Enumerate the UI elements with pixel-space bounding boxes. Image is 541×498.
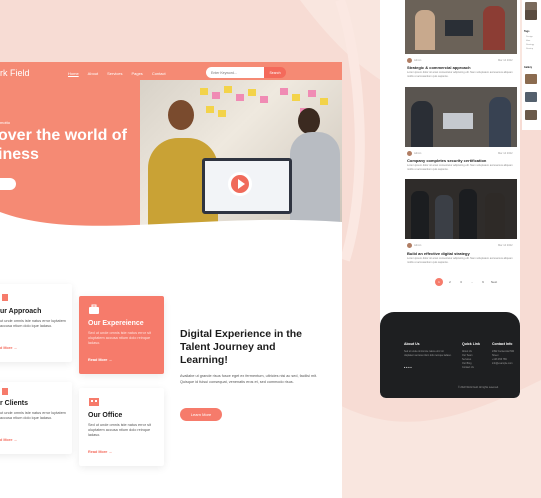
social-icons: ● ● ● ● — [404, 366, 412, 369]
page-1[interactable]: 1 — [435, 278, 443, 286]
tag[interactable]: Design — [526, 36, 533, 38]
post-title[interactable]: Strategic & commercial approach — [407, 65, 471, 70]
building-icon — [89, 398, 99, 406]
learn-more-button[interactable]: Learn More — [180, 408, 222, 421]
card-title: Our Expereience — [88, 320, 144, 327]
nav-services[interactable]: Services — [107, 71, 122, 76]
footer-link[interactable]: Our Team — [462, 354, 472, 358]
card-experience: Our Expereience Sed ut unde omnis iste n… — [79, 296, 164, 374]
read-more-link[interactable]: Read More → — [88, 450, 112, 454]
post-excerpt: Lorem ipsum dolor sit amet consectetur a… — [407, 164, 513, 171]
post-excerpt: Lorem ipsum dolor sit amet consectetur a… — [407, 257, 513, 264]
site-footer: About Us Sed ut unde omnis iste natus er… — [380, 312, 520, 398]
feature-text: Availabe ut grande risus fusce eget ex f… — [180, 374, 318, 384]
blog-image[interactable] — [405, 0, 517, 54]
page-3[interactable]: 3 — [457, 278, 465, 286]
read-more-link[interactable]: Read More → — [88, 358, 112, 362]
tag[interactable]: Strategy — [526, 44, 534, 46]
gallery-thumb[interactable] — [525, 74, 537, 84]
play-video-button[interactable] — [228, 172, 252, 196]
main-nav: Home About Services Pages Contact — [68, 71, 166, 76]
hero-title: over the world of iness — [0, 127, 127, 163]
page-2[interactable]: 2 — [446, 278, 454, 286]
card-approach: ur Approach ut unde omnis iste natus err… — [0, 284, 72, 362]
post-date: Mar 14 2022 — [498, 59, 513, 62]
site-logo[interactable]: rk Field — [0, 68, 30, 78]
nav-home[interactable]: Home — [68, 71, 79, 76]
approach-icon — [2, 294, 8, 301]
hero-kicker: motto — [0, 120, 11, 125]
post-author: Admin — [414, 152, 422, 155]
author-avatar — [407, 58, 412, 63]
recent-post-thumb[interactable] — [525, 10, 537, 20]
author-avatar — [407, 151, 412, 156]
tag[interactable]: Startup — [526, 48, 533, 50]
post-excerpt: Lorem ipsum dolor sit amet consectetur a… — [407, 71, 513, 78]
gallery-thumb[interactable] — [525, 92, 537, 102]
nav-pages[interactable]: Pages — [131, 71, 142, 76]
footer-link[interactable]: About Us — [462, 350, 472, 354]
footer-about-text: Sed ut unde omnis iste natus error sit o… — [404, 350, 452, 357]
briefcase-icon — [89, 304, 99, 314]
blog-sidebar: Tags Design Idea Strategy Startup Galler… — [522, 0, 541, 130]
card-text: Sed ut unde omnis iste natus error sit o… — [88, 423, 151, 438]
copyright: © 2022 Work Field. All rights reserved. — [458, 386, 499, 389]
card-title: ur Approach — [0, 308, 42, 315]
post-author: Admin — [414, 59, 422, 62]
feature-title: Digital Experience in the Talent Journey… — [180, 328, 302, 366]
gallery-label: Gallery — [524, 66, 533, 69]
post-author: Admin — [414, 244, 422, 247]
search-input[interactable] — [206, 67, 264, 78]
card-clients: r Clients ut unde omnis iste natus error… — [0, 382, 72, 454]
footer-contact-line: 2492 Centennial NW Street — [492, 350, 515, 357]
blog-page-mockup: Admin Mar 14 2022 Strategic & commercial… — [380, 0, 520, 398]
footer-about-title: About Us — [404, 342, 420, 346]
homepage-mockup: rk Field Home About Services Pages Conta… — [0, 62, 342, 498]
post-date: Mar 14 2022 — [498, 152, 513, 155]
post-title[interactable]: Company completes security certification — [407, 158, 486, 163]
footer-link[interactable]: Services — [462, 358, 471, 362]
page-9[interactable]: 9 — [479, 278, 487, 286]
card-office: Our Office Sed ut unde omnis iste natus … — [79, 388, 164, 466]
hero-wave — [0, 212, 342, 240]
blog-image[interactable] — [405, 87, 517, 147]
pagination: 1 2 3 ... 9 Next — [435, 278, 498, 286]
tag[interactable]: Idea — [526, 40, 530, 42]
read-more-link[interactable]: d More → — [0, 346, 17, 350]
footer-contact-title: Contact Info — [492, 342, 513, 346]
page-ellipsis: ... — [470, 280, 474, 284]
card-title: r Clients — [0, 400, 29, 407]
nav-about[interactable]: About — [88, 71, 98, 76]
footer-contact-line: +123 456 789 — [492, 358, 507, 361]
footer-link[interactable]: Our Blog — [462, 362, 471, 366]
hero-section: rk Field Home About Services Pages Conta… — [0, 62, 342, 240]
author-avatar — [407, 243, 412, 248]
post-date: Mar 14 2022 — [498, 244, 513, 247]
post-title[interactable]: Build an effective digital strategy — [407, 251, 470, 256]
gallery-thumb[interactable] — [525, 110, 537, 120]
card-title: Our Office — [88, 412, 123, 419]
search-button[interactable]: Search — [264, 67, 286, 78]
page-next[interactable]: Next — [490, 278, 498, 286]
blog-image[interactable] — [405, 179, 517, 239]
footer-quick-title: Quick Link — [462, 342, 480, 346]
nav-contact[interactable]: Contact — [152, 71, 166, 76]
card-text: Sed ut unde omnis iste natus error sit o… — [88, 331, 151, 346]
tags-label: Tags — [524, 30, 530, 33]
clients-icon — [2, 388, 8, 395]
card-text: ut unde omnis iste natus error luptatem … — [0, 319, 66, 329]
read-more-link[interactable]: d More → — [0, 438, 17, 442]
card-text: ut unde omnis iste natus error luptatem … — [0, 411, 66, 421]
footer-contact-line: info@example.com — [492, 362, 513, 365]
footer-link[interactable]: Contact Us — [462, 366, 474, 370]
hero-cta-button[interactable] — [0, 178, 16, 190]
